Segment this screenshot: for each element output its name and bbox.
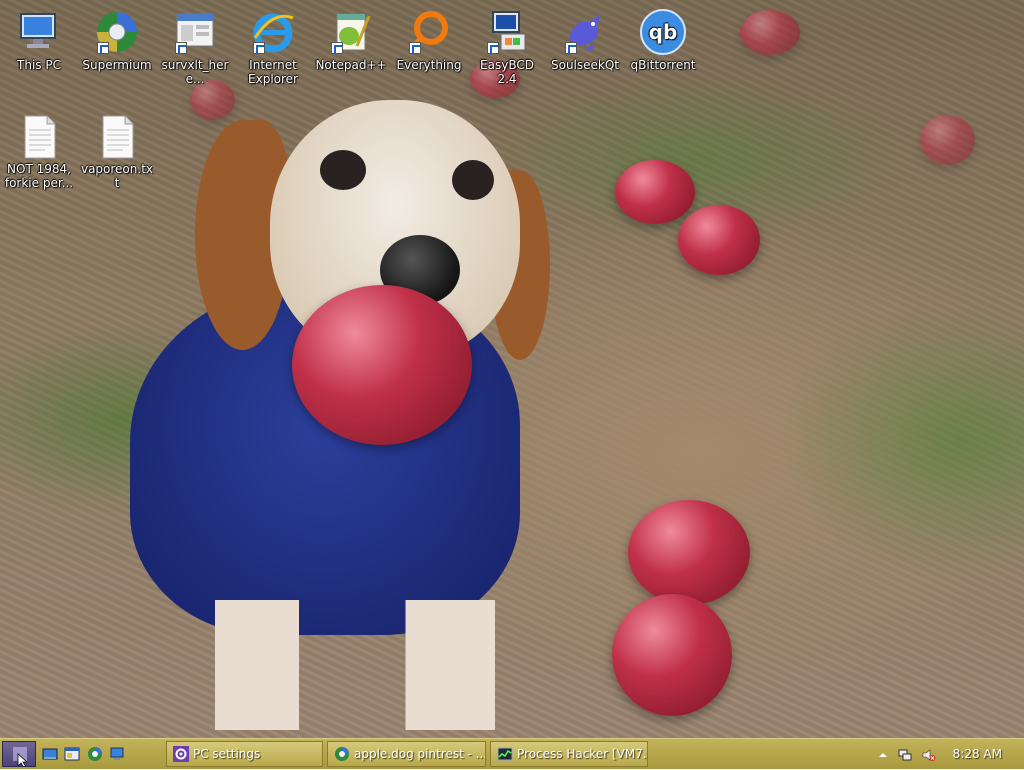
gear-icon bbox=[173, 746, 189, 762]
taskbar-button-browser[interactable]: apple.dog pintrest - ... bbox=[327, 741, 486, 767]
desktop-icon-label: This PC bbox=[17, 58, 61, 72]
shortcut-arrow-icon bbox=[565, 42, 577, 54]
process-hacker-icon bbox=[497, 746, 513, 762]
wallpaper-apple bbox=[740, 10, 800, 55]
shortcut-arrow-icon bbox=[331, 42, 343, 54]
text-file-icon bbox=[15, 112, 63, 160]
text-file-icon bbox=[93, 112, 141, 160]
internet-explorer-icon bbox=[249, 8, 297, 56]
wallpaper-dog-eye bbox=[320, 150, 366, 190]
svg-text:qb: qb bbox=[649, 20, 678, 44]
desktop-icon-this-pc[interactable]: This PC bbox=[1, 8, 77, 72]
taskbar: PC settings apple.dog pintrest - ... Pro… bbox=[0, 738, 1024, 769]
wallpaper-apple-in-mouth bbox=[292, 285, 472, 445]
desktop-icon-label: vaporeon.txt bbox=[80, 162, 154, 190]
desktop-icon-label: Notepad++ bbox=[315, 58, 387, 72]
taskbar-button-label: PC settings bbox=[193, 747, 261, 761]
desktop-icon-label: qBittorrent bbox=[630, 58, 696, 72]
wallpaper-dog-eye bbox=[452, 160, 494, 200]
easybcd-icon bbox=[483, 8, 531, 56]
window-file-icon bbox=[171, 8, 219, 56]
browser-icon bbox=[334, 746, 350, 762]
qbittorrent-icon: qb bbox=[639, 8, 687, 56]
shortcut-arrow-icon bbox=[487, 42, 499, 54]
taskbar-button-label: Process Hacker [VM7... bbox=[517, 747, 648, 761]
desktop-icon-label: NOT 1984, forkie per... bbox=[4, 162, 74, 190]
volume-muted-icon[interactable] bbox=[922, 747, 936, 761]
desktop-icon-notepadpp[interactable]: Notepad++ bbox=[313, 8, 389, 72]
desktop-icon-label: EasyBCD 2.4 bbox=[480, 58, 534, 86]
desktop-icon-soulseekqt[interactable]: SoulseekQt bbox=[547, 8, 623, 72]
shortcut-arrow-icon bbox=[97, 42, 109, 54]
computer-icon bbox=[15, 8, 63, 56]
show-hidden-icons-arrow[interactable] bbox=[876, 747, 890, 761]
wallpaper-apple bbox=[628, 500, 750, 605]
shortcut-arrow-icon bbox=[253, 42, 265, 54]
desktop-icon-label: survxlt_here... bbox=[161, 58, 229, 86]
taskbar-button-pc-settings[interactable]: PC settings bbox=[166, 741, 323, 767]
computer-icon[interactable] bbox=[109, 746, 125, 762]
desktop-icon-not-1984[interactable]: NOT 1984, forkie per... bbox=[1, 112, 77, 190]
soulseek-bird-icon bbox=[561, 8, 609, 56]
desktop-icon-survxlt[interactable]: survxlt_here... bbox=[157, 8, 233, 86]
desktop-icon-internet-explorer[interactable]: Internet Explorer bbox=[235, 8, 311, 86]
desktop-icon-vaporeon-txt[interactable]: vaporeon.txt bbox=[79, 112, 155, 190]
taskbar-button-process-hacker[interactable]: Process Hacker [VM7... bbox=[490, 741, 648, 767]
network-icon[interactable] bbox=[898, 747, 912, 761]
explorer-icon[interactable] bbox=[64, 746, 80, 762]
wallpaper-apple bbox=[920, 115, 975, 165]
wallpaper-apple bbox=[612, 594, 732, 716]
notepadpp-icon bbox=[327, 8, 375, 56]
desktop-icon-everything[interactable]: Everything bbox=[391, 8, 467, 72]
wallpaper-apple bbox=[678, 205, 760, 275]
shortcut-arrow-icon bbox=[409, 42, 421, 54]
start-button[interactable] bbox=[2, 741, 36, 769]
desktop-icon-label: Internet Explorer bbox=[248, 58, 298, 86]
shortcut-arrow-icon bbox=[175, 42, 187, 54]
supermium-icon bbox=[93, 8, 141, 56]
taskbar-button-label: apple.dog pintrest - ... bbox=[354, 747, 486, 761]
desktop-icon-supermium[interactable]: Supermium bbox=[79, 8, 155, 72]
supermium-icon[interactable] bbox=[87, 746, 103, 762]
everything-search-icon bbox=[405, 8, 453, 56]
start-button-icon bbox=[13, 747, 29, 769]
desktop-icon-label: SoulseekQt bbox=[550, 58, 619, 72]
wallpaper-apple bbox=[190, 80, 235, 120]
desktop-icon-qbittorrent[interactable]: qb qBittorrent bbox=[625, 8, 701, 72]
taskbar-clock[interactable]: 8:28 AM bbox=[953, 747, 1002, 761]
desktop-icon-label: Everything bbox=[396, 58, 462, 72]
wallpaper-apple bbox=[615, 160, 695, 224]
desktop-wallpaper: This PC Supermium survxlt_here... Intern… bbox=[0, 0, 1024, 738]
desktop-icon-label: Supermium bbox=[82, 58, 152, 72]
desktop-icon-easybcd[interactable]: EasyBCD 2.4 bbox=[469, 8, 545, 86]
show-desktop-icon[interactable] bbox=[42, 746, 58, 762]
wallpaper-dog-legs bbox=[215, 600, 495, 730]
